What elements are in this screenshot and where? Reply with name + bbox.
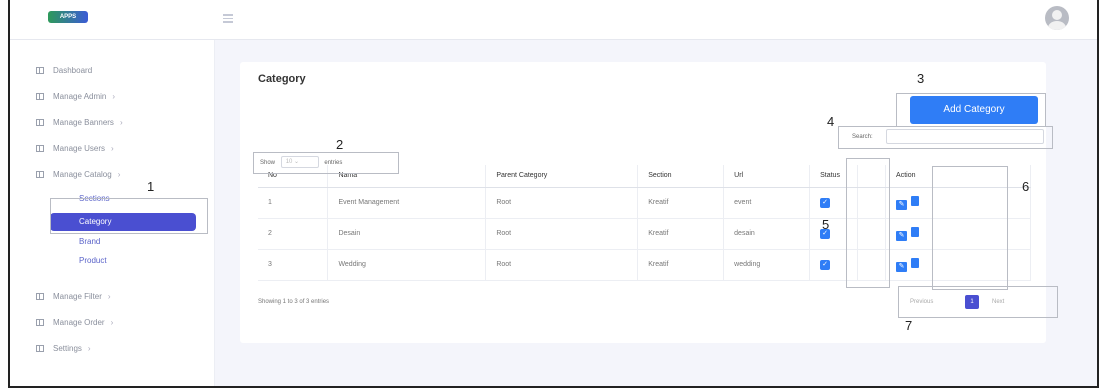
trash-icon[interactable]	[911, 226, 920, 237]
cell-nama: Desain	[327, 218, 487, 250]
grid-icon	[36, 293, 44, 300]
cell-section: Kreatif	[637, 249, 725, 281]
sidebar-item-manage-catalog[interactable]: Manage Catalog ›	[36, 170, 120, 179]
chevron-down-icon: ›	[117, 170, 121, 179]
sidebar-item-manage-filter[interactable]: Manage Filter ›	[36, 292, 111, 301]
cell-parent: Root	[485, 187, 639, 219]
sidebar-item-label: Manage Filter	[53, 292, 102, 301]
sidebar-subitem-brand[interactable]: Brand	[79, 237, 100, 246]
cell-url: event	[723, 187, 811, 219]
sidebar-item-label: Settings	[53, 344, 82, 353]
sidebar-item-dashboard[interactable]: Dashboard	[36, 66, 92, 75]
table-info: Showing 1 to 3 of 3 entries	[258, 299, 330, 305]
table-row: 3 Wedding Root Kreatif wedding ✓ ✎	[258, 249, 1031, 281]
edit-icon[interactable]: ✎	[896, 261, 908, 272]
grid-icon	[36, 171, 44, 178]
sidebar-item-label: Manage Users	[53, 144, 106, 153]
annotation-number-3: 3	[917, 71, 925, 86]
sidebar-item-settings[interactable]: Settings ›	[36, 344, 91, 353]
trash-icon[interactable]	[911, 257, 920, 268]
sidebar-item-manage-users[interactable]: Manage Users ›	[36, 144, 114, 153]
grid-icon	[36, 67, 44, 74]
edit-icon[interactable]: ✎	[896, 230, 908, 241]
sidebar-item-manage-banners[interactable]: Manage Banners ›	[36, 118, 123, 127]
sidebar-item-label: Dashboard	[53, 66, 93, 75]
annotation-number-2: 2	[336, 137, 344, 152]
cell-parent: Root	[485, 249, 639, 281]
edit-icon[interactable]: ✎	[896, 199, 908, 210]
annotation-box-5	[846, 158, 890, 288]
cell-section: Kreatif	[637, 187, 725, 219]
annotation-number-7: 7	[905, 318, 913, 333]
grid-icon	[36, 145, 44, 152]
cell-no: 1	[258, 187, 329, 219]
cell-url: wedding	[723, 249, 811, 281]
annotation-box-6	[932, 166, 1008, 290]
cell-section: Kreatif	[637, 218, 725, 250]
grid-icon	[36, 345, 44, 352]
column-header-url[interactable]: Url	[723, 165, 811, 188]
cell-no: 3	[258, 249, 329, 281]
annotation-box-2	[253, 152, 399, 174]
chevron-right-icon: ›	[110, 318, 114, 327]
sidebar-item-manage-admin[interactable]: Manage Admin ›	[36, 92, 115, 101]
cell-no: 2	[258, 218, 329, 250]
table-row: 2 Desain Root Kreatif desain ✓ ✎	[258, 218, 1031, 250]
sidebar-item-manage-order[interactable]: Manage Order ›	[36, 318, 113, 327]
page-title: Category	[258, 73, 306, 85]
sidebar-item-label: Manage Admin	[53, 92, 107, 101]
annotation-number-5: 5	[822, 217, 830, 232]
chevron-right-icon: ›	[107, 292, 111, 301]
chevron-right-icon: ›	[119, 118, 123, 127]
grid-icon	[36, 119, 44, 126]
column-header-parent-category[interactable]: Parent Category	[485, 165, 639, 188]
annotation-box-1	[50, 198, 208, 234]
logo[interactable]: APPS	[48, 11, 88, 23]
cell-parent: Root	[485, 218, 639, 250]
column-header-section[interactable]: Section	[637, 165, 725, 188]
annotation-box-3	[896, 93, 1046, 127]
cell-nama: Wedding	[327, 249, 487, 281]
grid-icon	[36, 93, 44, 100]
chevron-right-icon: ›	[111, 144, 114, 153]
top-bar: APPS	[10, 0, 1097, 40]
grid-icon	[36, 319, 44, 326]
sidebar-item-label: Manage Catalog	[53, 170, 112, 179]
table-row: 1 Event Management Root Kreatif event ✓ …	[258, 187, 1031, 219]
annotation-number-1: 1	[147, 179, 155, 194]
cell-nama: Event Management	[327, 187, 487, 219]
cell-url: desain	[723, 218, 811, 250]
menu-toggle-icon[interactable]	[223, 14, 233, 23]
annotation-box-7	[898, 286, 1058, 318]
chevron-right-icon: ›	[87, 344, 91, 353]
sidebar-item-label: Manage Order	[53, 318, 105, 327]
chevron-right-icon: ›	[112, 92, 116, 101]
annotation-box-4	[838, 126, 1053, 149]
sidebar-subitem-product[interactable]: Product	[79, 256, 107, 265]
status-checkbox-icon[interactable]: ✓	[820, 197, 831, 208]
annotation-number-4: 4	[827, 114, 835, 129]
annotation-number-6: 6	[1022, 179, 1030, 194]
sidebar-item-label: Manage Banners	[53, 118, 114, 127]
category-table: No Nama Parent Category Section Url Stat…	[258, 165, 1031, 281]
status-checkbox-icon[interactable]: ✓	[820, 259, 831, 270]
trash-icon[interactable]	[911, 195, 920, 206]
avatar[interactable]	[1045, 6, 1069, 30]
